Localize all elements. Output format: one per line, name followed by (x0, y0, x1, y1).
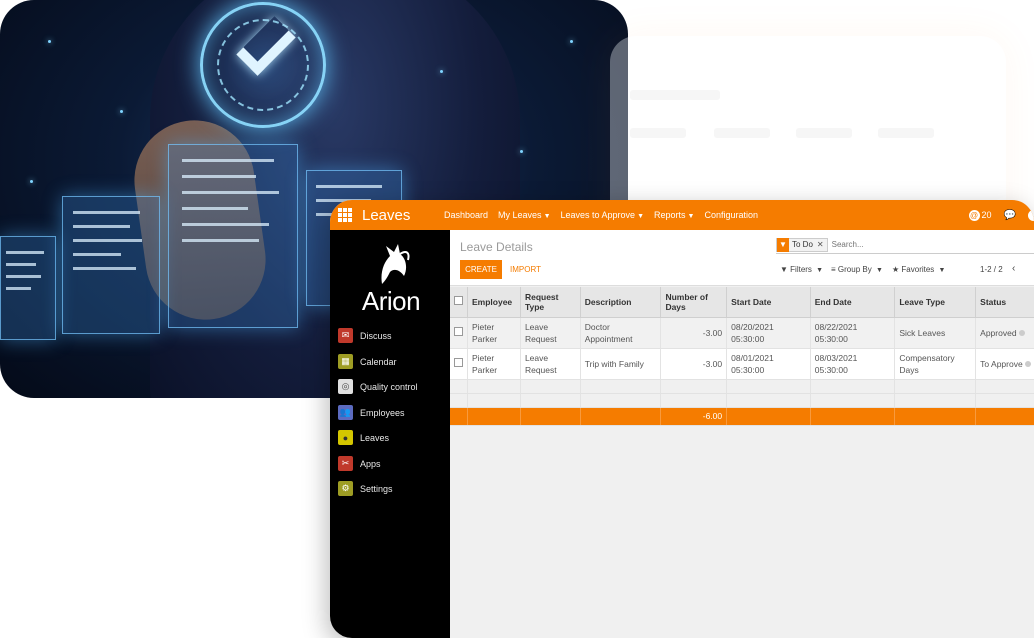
calendar-icon: ▦ (338, 354, 353, 369)
select-all-checkbox[interactable] (450, 287, 468, 318)
cell-end-date: 08/03/2021 05:30:00 (810, 348, 896, 380)
gear-icon: ⚙ (338, 481, 353, 496)
nav-my-leaves[interactable]: My Leaves ▼ (498, 210, 550, 220)
cell-status: Approved (975, 317, 1034, 349)
chevron-left-icon[interactable]: ‹ (1012, 263, 1015, 274)
groupby-dropdown[interactable]: ≡ Group By ▼ (831, 265, 883, 274)
column-header[interactable]: Number of Days (660, 287, 728, 318)
cell-request-type: Leave Request (520, 348, 581, 380)
column-header[interactable]: Status (975, 287, 1034, 318)
close-icon[interactable]: ✕ (817, 240, 824, 249)
cell-leave-type: Compensatory Days (894, 348, 977, 380)
table-row[interactable]: Pieter Parker Leave Request Doctor Appoi… (450, 317, 1034, 349)
chevron-down-icon: ▼ (637, 213, 644, 220)
nav-dashboard[interactable]: Dashboard (444, 210, 488, 220)
control-panel: Leave Details ▼ To Do ✕ CREATE IMPORT ▼ … (450, 230, 1034, 286)
column-header[interactable]: End Date (810, 287, 896, 318)
column-header[interactable]: Request Type (520, 287, 581, 318)
nav-configuration[interactable]: Configuration (704, 210, 758, 220)
nav-reports[interactable]: Reports ▼ (654, 210, 694, 220)
cell-description: Doctor Appointment (580, 317, 662, 349)
notification-count: 20 (981, 210, 992, 220)
table-row[interactable]: Pieter Parker Leave Request Trip with Fa… (450, 348, 1034, 380)
cell-request-type: Leave Request (520, 317, 581, 349)
app-title: Leaves (362, 206, 411, 224)
sidebar-item-employees[interactable]: 👥 Employees (338, 405, 405, 420)
pager-value[interactable]: 1-2 / 2 (980, 265, 1003, 274)
table-header-row: Employee Request Type Description Number… (450, 287, 1034, 318)
user-avatar[interactable] (1028, 209, 1034, 221)
create-button[interactable]: CREATE (460, 260, 502, 279)
search-facet[interactable]: ▼ To Do ✕ (776, 237, 828, 252)
at-icon: @ (968, 209, 980, 221)
holo-document (62, 196, 160, 334)
status-dot-icon (1018, 329, 1025, 336)
star-icon: ★ (892, 265, 900, 274)
list-icon: ≡ (831, 265, 836, 274)
column-header[interactable]: Start Date (726, 287, 811, 318)
cell-days: -3.00 (660, 348, 728, 380)
favorites-dropdown[interactable]: ★ Favorites ▼ (892, 265, 945, 274)
row-checkbox[interactable] (450, 317, 468, 349)
chevron-down-icon: ▼ (687, 213, 695, 220)
total-days: -6.00 (660, 407, 728, 426)
cell-leave-type: Sick Leaves (894, 317, 977, 349)
sidebar-item-discuss[interactable]: ✉ Discuss (338, 328, 392, 343)
chevron-down-icon: ▼ (816, 267, 824, 274)
leave-list-table: Employee Request Type Description Number… (450, 287, 1034, 426)
cell-days: -3.00 (660, 317, 728, 349)
main-content: Leave Details ▼ To Do ✕ CREATE IMPORT ▼ … (450, 230, 1034, 638)
leaves-app-window: Leaves Dashboard My Leaves ▼ Leaves to Ap… (330, 200, 1034, 638)
messages-icon[interactable]: 💬 (1004, 210, 1016, 221)
search-input[interactable] (831, 240, 952, 249)
empty-row (450, 393, 1034, 408)
row-checkbox[interactable] (450, 348, 468, 380)
holo-document (0, 236, 56, 340)
filters-dropdown[interactable]: ▼ Filters ▼ (780, 265, 823, 274)
cell-status: To Approve (975, 348, 1034, 380)
brand-name: Arion (361, 286, 421, 316)
app-grid-icon[interactable] (338, 208, 352, 222)
nav-leaves-to-approve[interactable]: Leaves to Approve ▼ (561, 210, 645, 220)
leaves-icon: ● (338, 430, 353, 445)
chevron-down-icon: ▼ (543, 213, 551, 220)
table-total-row: -6.00 (450, 407, 1034, 426)
brand-logo: Arion (350, 242, 432, 318)
chevron-down-icon: ▼ (938, 267, 946, 274)
chevron-down-icon: ▼ (875, 267, 883, 274)
import-button[interactable]: IMPORT (510, 260, 541, 279)
column-header[interactable]: Leave Type (894, 287, 977, 318)
topbar-right: @ 20 💬 (968, 200, 1034, 230)
empty-row (450, 379, 1034, 394)
sidebar-item-apps[interactable]: ✂ Apps (338, 456, 381, 471)
employees-icon: 👥 (338, 405, 353, 420)
cell-employee: Pieter Parker (467, 317, 521, 349)
cell-start-date: 08/01/2021 05:30:00 (726, 348, 811, 380)
notifications-button[interactable]: @ 20 (968, 209, 992, 221)
sidebar: Arion ✉ Discuss ▦ Calendar ◎ Quality con… (330, 230, 450, 638)
sidebar-item-calendar[interactable]: ▦ Calendar (338, 354, 397, 369)
chat-icon: ✉ (338, 328, 353, 343)
sidebar-item-leaves[interactable]: ● Leaves (338, 430, 389, 445)
cell-description: Trip with Family (580, 348, 662, 380)
screenshot-stage: Leaves Dashboard My Leaves ▼ Leaves to Ap… (0, 0, 1034, 638)
apps-icon: ✂ (338, 456, 353, 471)
sidebar-item-quality-control[interactable]: ◎ Quality control (338, 379, 418, 394)
search-bar: ▼ To Do ✕ (776, 236, 1034, 254)
sidebar-item-settings[interactable]: ⚙ Settings (338, 481, 393, 496)
cell-end-date: 08/22/2021 05:30:00 (810, 317, 896, 349)
breadcrumb: Leave Details (460, 240, 533, 254)
horse-logo-icon (381, 244, 410, 284)
top-navbar: Leaves Dashboard My Leaves ▼ Leaves to Ap… (330, 200, 1034, 230)
column-header[interactable]: Employee (467, 287, 521, 318)
status-dot-icon (1025, 360, 1032, 367)
cell-employee: Pieter Parker (467, 348, 521, 380)
cell-start-date: 08/20/2021 05:30:00 (726, 317, 811, 349)
filter-icon: ▼ (777, 237, 789, 252)
holo-document (168, 144, 298, 328)
column-header[interactable]: Description (580, 287, 662, 318)
filter-icon: ▼ (780, 265, 788, 274)
quality-icon: ◎ (338, 379, 353, 394)
checkmark-badge (200, 2, 326, 128)
